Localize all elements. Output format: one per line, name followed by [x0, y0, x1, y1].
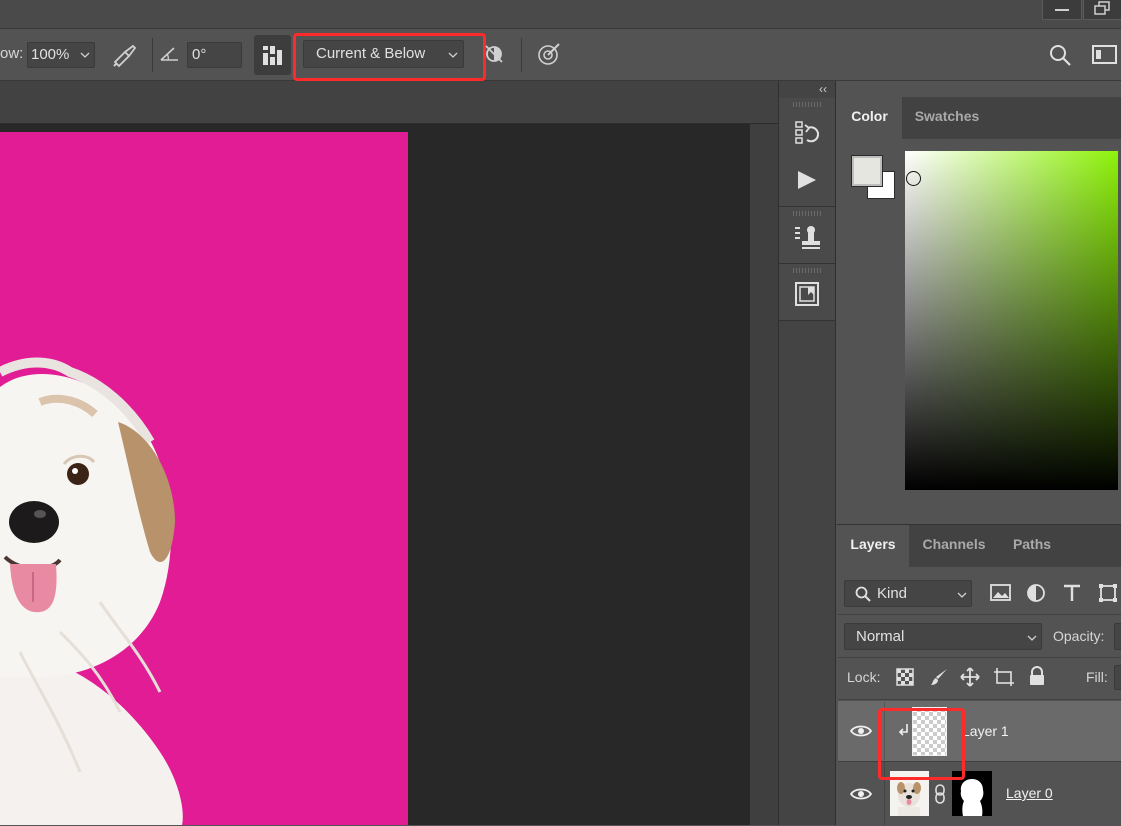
- history-icon: [795, 121, 820, 144]
- color-picker-field[interactable]: [905, 151, 1118, 490]
- canvas-image[interactable]: [0, 132, 408, 825]
- workspace-icon[interactable]: [1092, 44, 1118, 66]
- lock-image-pixels-icon[interactable]: [929, 667, 949, 687]
- highlight-box: [878, 708, 965, 780]
- restore-button[interactable]: [1083, 0, 1121, 20]
- pixel-layer-filter-icon[interactable]: [990, 584, 1012, 602]
- angle-value: 0°: [192, 46, 207, 63]
- layer-1-name[interactable]: Layer 1: [962, 723, 1009, 739]
- lock-transparent-pixels-icon[interactable]: [896, 668, 914, 686]
- brush-settings-button[interactable]: [254, 35, 291, 75]
- minimize-icon: [1055, 9, 1069, 11]
- eye-icon[interactable]: [850, 723, 872, 739]
- lock-all-icon[interactable]: [1028, 666, 1046, 686]
- minimize-button[interactable]: [1042, 0, 1082, 20]
- restore-icon: [1094, 1, 1110, 15]
- lock-position-icon[interactable]: [960, 667, 980, 687]
- adjustment-layer-filter-icon[interactable]: [1026, 583, 1046, 603]
- layer-filter-dropdown[interactable]: Kind: [844, 580, 972, 607]
- blend-mode-value: Normal: [856, 628, 905, 645]
- tab-paths[interactable]: Paths: [999, 525, 1065, 567]
- separator: [838, 699, 1121, 700]
- separator: [521, 38, 522, 72]
- ignore-adjustment-layers-icon[interactable]: [483, 43, 505, 65]
- actions-play-icon: [798, 171, 816, 189]
- flow-dropdown[interactable]: 100%: [27, 42, 95, 68]
- brush-settings-icon: [263, 46, 282, 65]
- dock-group-2: [779, 207, 835, 264]
- eye-icon[interactable]: [850, 786, 872, 802]
- type-layer-filter-icon[interactable]: [1062, 583, 1082, 603]
- flow-label: ow:: [0, 45, 24, 62]
- document-tab-bar: [0, 81, 778, 124]
- foreground-color-swatch[interactable]: [851, 155, 883, 187]
- lock-artboard-icon[interactable]: [993, 667, 1015, 687]
- color-panel-tabs: Color Swatches: [837, 97, 1121, 139]
- properties-icon: [795, 282, 819, 306]
- vertical-scrollbar[interactable]: [750, 124, 778, 825]
- airbrush-icon[interactable]: [111, 42, 139, 68]
- title-bar: [0, 0, 1121, 29]
- search-icon: [855, 586, 871, 602]
- opacity-label: Opacity:: [1053, 628, 1105, 644]
- clone-source-icon: [795, 226, 820, 249]
- dog-photo: [0, 357, 183, 825]
- blend-mode-dropdown[interactable]: Normal: [844, 623, 1042, 650]
- dock-group-1: [779, 98, 835, 207]
- lock-label: Lock:: [847, 669, 881, 685]
- color-picker-cursor[interactable]: [906, 171, 921, 186]
- properties-button[interactable]: [779, 270, 835, 318]
- search-icon[interactable]: [1048, 43, 1072, 67]
- collapsed-panel-dock: ‹‹: [778, 81, 836, 825]
- chevron-down-icon: [1027, 635, 1037, 641]
- angle-input[interactable]: 0°: [187, 42, 242, 68]
- filter-kind-value: Kind: [877, 585, 908, 602]
- shape-layer-filter-icon[interactable]: [1098, 583, 1118, 603]
- separator: [838, 657, 1121, 658]
- collapse-panels-button[interactable]: ‹‹: [779, 81, 835, 97]
- layer-0-name[interactable]: Layer 0: [1006, 785, 1053, 801]
- layers-panel-tabs: Layers Channels Paths: [837, 525, 1121, 567]
- flow-value: 100%: [31, 46, 70, 63]
- angle-icon: [160, 47, 178, 61]
- separator: [838, 614, 1121, 615]
- mask-link-icon[interactable]: [934, 784, 946, 804]
- fill-input[interactable]: [1114, 665, 1121, 690]
- opacity-input[interactable]: [1114, 623, 1121, 650]
- history-button[interactable]: [779, 109, 835, 157]
- tab-layers[interactable]: Layers: [837, 525, 909, 567]
- tab-swatches[interactable]: Swatches: [902, 97, 992, 139]
- highlight-box: [293, 33, 486, 81]
- actions-button[interactable]: [779, 156, 835, 204]
- separator: [152, 38, 153, 72]
- grip-handle[interactable]: [793, 102, 821, 107]
- pressure-size-icon[interactable]: [536, 41, 562, 67]
- chevron-down-icon: [80, 52, 90, 58]
- tab-channels[interactable]: Channels: [909, 525, 999, 567]
- dock-group-3: [779, 264, 835, 321]
- options-bar: ow: 100% 0° Current & Below: [0, 29, 1121, 81]
- tab-color[interactable]: Color: [837, 97, 902, 139]
- chevron-down-icon: [957, 592, 967, 598]
- clone-source-button[interactable]: [779, 213, 835, 261]
- fill-label: Fill:: [1086, 669, 1108, 685]
